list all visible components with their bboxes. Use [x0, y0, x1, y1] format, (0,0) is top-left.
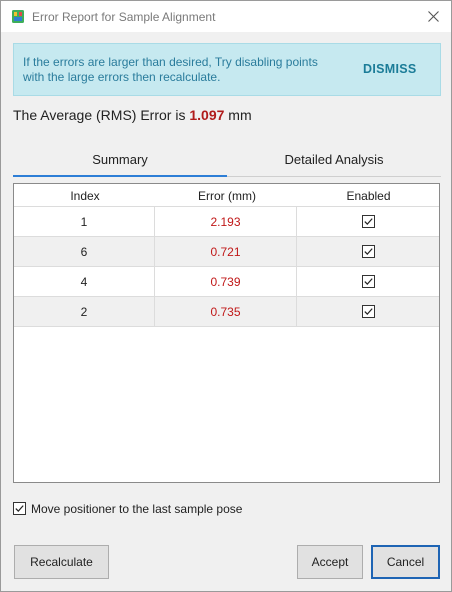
index-cell: 1 [14, 207, 155, 236]
tab-divider [227, 176, 441, 177]
move-positioner-checkbox[interactable] [13, 502, 26, 515]
enabled-checkbox[interactable] [361, 215, 375, 228]
rms-summary: The Average (RMS) Error is 1.097 mm [13, 107, 252, 123]
table-header: Index Error (mm) Enabled [14, 184, 439, 206]
banner-line-1: If the errors are larger than desired, T… [23, 55, 318, 69]
table-row[interactable]: 2 0.735 [14, 296, 439, 326]
cancel-button[interactable]: Cancel [371, 545, 440, 579]
accept-button[interactable]: Accept [297, 545, 363, 579]
move-positioner-option[interactable]: Move positioner to the last sample pose [13, 501, 242, 516]
active-tab-indicator [13, 175, 227, 177]
enabled-cell [297, 297, 439, 326]
error-cell: 2.193 [155, 207, 297, 236]
header-error: Error (mm) [198, 189, 256, 203]
enabled-cell [297, 237, 439, 266]
window-title: Error Report for Sample Alignment [32, 10, 216, 24]
info-banner: If the errors are larger than desired, T… [13, 43, 441, 96]
dismiss-button[interactable]: DISMISS [363, 62, 417, 76]
enabled-cell [297, 267, 439, 296]
dialog-window: Error Report for Sample Alignment If the… [0, 0, 452, 592]
index-cell: 2 [14, 297, 155, 326]
table-row[interactable]: 4 0.739 [14, 266, 439, 296]
error-table: Index Error (mm) Enabled 1 2.193 6 0.721 [13, 183, 440, 483]
app-icon [12, 10, 24, 23]
title-bar: Error Report for Sample Alignment [1, 1, 451, 32]
recalculate-button[interactable]: Recalculate [14, 545, 109, 579]
enabled-checkbox[interactable] [361, 275, 375, 288]
table-row[interactable]: 6 0.721 [14, 236, 439, 266]
close-icon [427, 11, 439, 22]
error-cell: 0.735 [155, 297, 297, 326]
error-cell: 0.721 [155, 237, 297, 266]
tab-summary[interactable]: Summary [13, 141, 227, 177]
banner-line-2: with the large errors then recalculate. [23, 70, 221, 84]
index-cell: 6 [14, 237, 155, 266]
rms-unit: mm [224, 107, 252, 123]
index-cell: 4 [14, 267, 155, 296]
header-enabled: Enabled [346, 189, 391, 203]
rms-value: 1.097 [189, 107, 225, 123]
header-index: Index [70, 189, 100, 203]
enabled-cell [297, 207, 439, 236]
table-row[interactable]: 1 2.193 [14, 206, 439, 236]
enabled-checkbox[interactable] [361, 245, 375, 258]
move-positioner-label: Move positioner to the last sample pose [31, 501, 243, 516]
error-cell: 0.739 [155, 267, 297, 296]
rms-prefix: The Average (RMS) Error is [13, 107, 190, 123]
table-row-divider [14, 326, 439, 327]
close-button[interactable] [415, 1, 451, 32]
tab-detailed-analysis[interactable]: Detailed Analysis [227, 141, 441, 177]
enabled-checkbox[interactable] [361, 305, 375, 318]
banner-message: If the errors are larger than desired, T… [23, 55, 343, 85]
